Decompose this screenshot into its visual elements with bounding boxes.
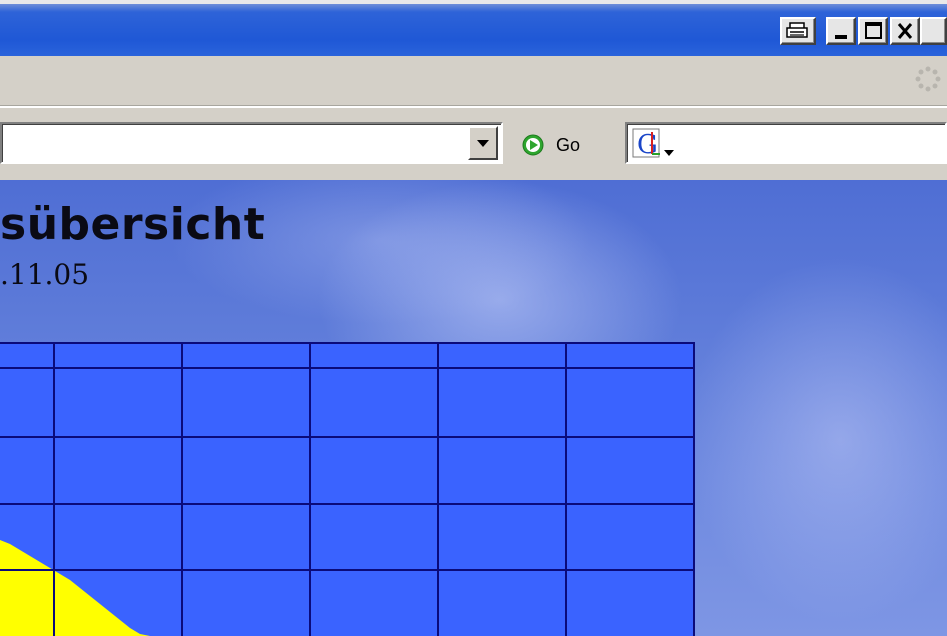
go-button[interactable]: Go [522,131,580,159]
maximize-button[interactable] [858,17,888,45]
printer-icon [786,22,808,38]
minimize-button[interactable] [826,17,856,45]
maximize-icon [865,22,882,39]
google-g-icon[interactable]: G [632,128,682,158]
throbber-icon [915,66,941,92]
go-label: Go [556,134,581,155]
page-title: sübersicht [0,199,266,250]
go-arrow-icon [522,134,544,156]
toolbar [0,56,947,106]
print-button[interactable] [780,17,816,45]
page-date: .11.05 [0,258,90,291]
schedule-grid [0,342,695,636]
page-content: sübersicht .11.05 [0,180,947,636]
caption-edge [920,17,947,45]
close-icon [897,23,913,39]
url-history-dropdown-button[interactable] [468,126,498,160]
close-button[interactable] [890,17,920,45]
chevron-down-icon [477,140,489,147]
minimize-icon [835,35,847,39]
url-field[interactable] [0,122,503,164]
grid-background [0,342,695,636]
